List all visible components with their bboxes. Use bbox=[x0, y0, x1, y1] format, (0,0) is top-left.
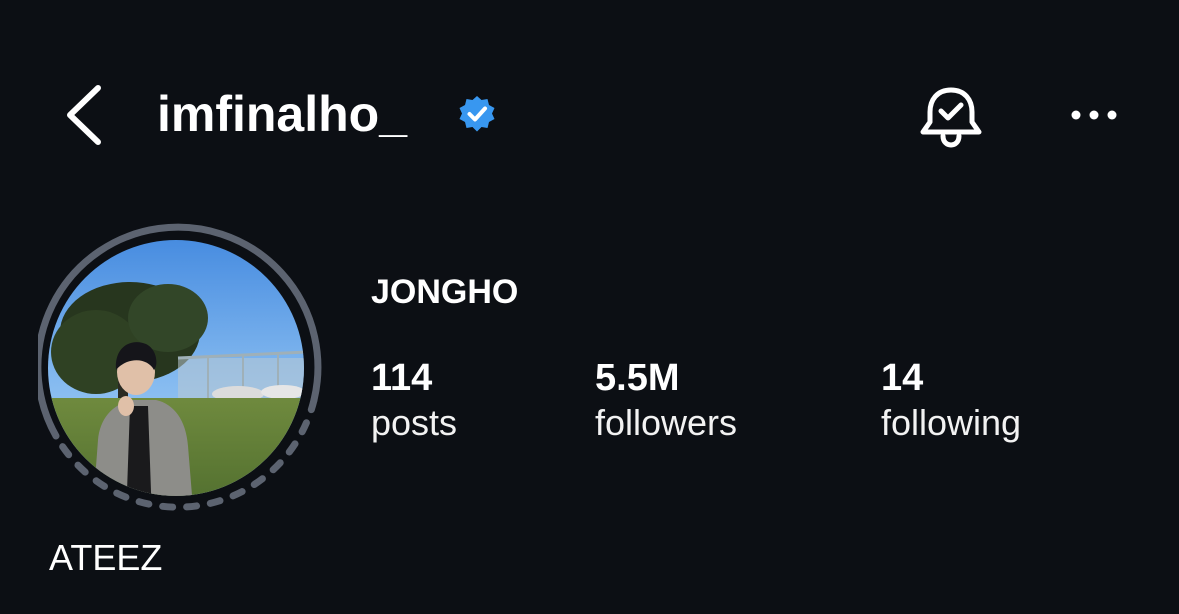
verified-badge-icon bbox=[459, 96, 495, 132]
profile-avatar[interactable] bbox=[38, 220, 330, 520]
stat-followers[interactable]: 5.5M followers bbox=[595, 355, 737, 445]
stat-following[interactable]: 14 following bbox=[881, 355, 1021, 445]
more-horizontal-icon[interactable] bbox=[1062, 95, 1126, 135]
chevron-left-icon[interactable] bbox=[58, 80, 108, 150]
profile-full-name: JONGHO bbox=[371, 273, 519, 311]
posts-label: posts bbox=[371, 402, 458, 443]
stat-posts[interactable]: 114 posts bbox=[371, 355, 457, 445]
profile-bio: ATEEZ bbox=[49, 537, 163, 578]
notification-bell-check-icon[interactable] bbox=[915, 82, 987, 152]
profile-username: imfinalho_ bbox=[157, 86, 408, 142]
following-count: 14 bbox=[881, 357, 924, 399]
following-label: following bbox=[881, 402, 1022, 443]
avatar-story-ring bbox=[38, 223, 322, 511]
followers-count: 5.5M bbox=[595, 357, 680, 399]
profile-screen: imfinalho_ JONGHO 114 posts 5.5M followe… bbox=[0, 0, 1179, 614]
posts-count: 114 bbox=[371, 357, 433, 399]
followers-label: followers bbox=[595, 402, 738, 443]
